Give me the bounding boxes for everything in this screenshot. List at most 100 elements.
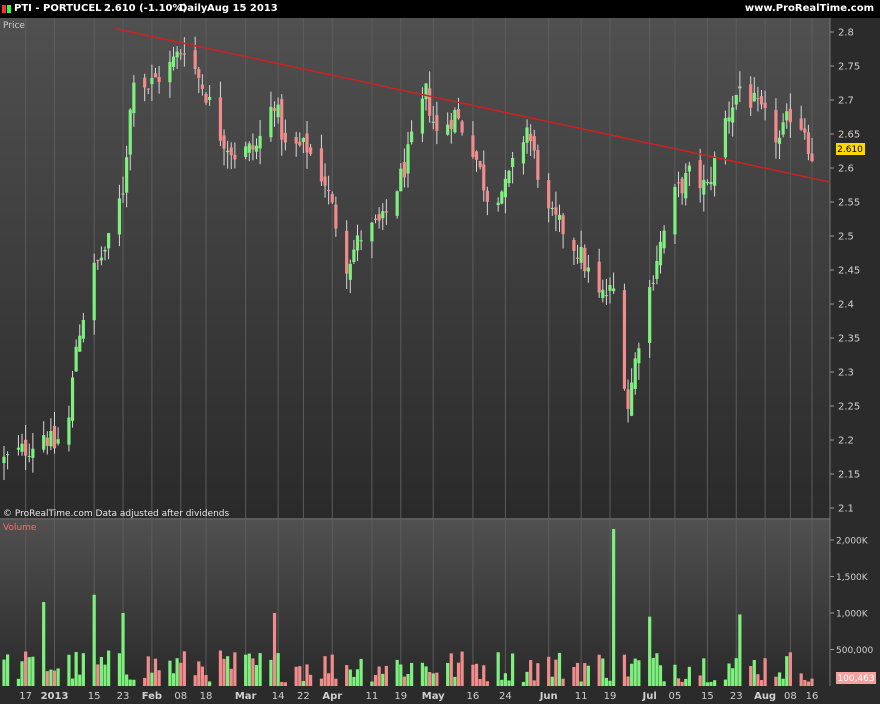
candle-body — [56, 439, 60, 444]
volume-bar — [49, 669, 53, 686]
volume-bar — [485, 681, 489, 686]
candle-body — [132, 82, 136, 114]
candle-body — [175, 51, 179, 58]
y-tick-label: 2.5 — [838, 232, 854, 243]
x-tick-label: 15 — [701, 691, 714, 702]
volume-bar — [749, 666, 753, 686]
candle-body — [16, 447, 21, 450]
candle-body — [280, 99, 284, 140]
volume-bar — [673, 664, 677, 686]
volume-bar — [345, 665, 349, 686]
candle-body — [323, 176, 327, 186]
candle-body — [305, 133, 309, 153]
candle-body — [218, 97, 223, 141]
candle-body — [377, 214, 381, 221]
candle-body — [561, 215, 565, 235]
candle-body — [507, 170, 511, 184]
candle-body — [511, 157, 515, 168]
price-axis-background — [830, 18, 880, 704]
volume-bar — [384, 665, 388, 686]
volume-bar — [78, 674, 82, 686]
candle-body — [330, 194, 334, 203]
x-tick-label: 23 — [117, 691, 130, 702]
candle-body — [579, 246, 583, 263]
volume-bar — [179, 662, 183, 686]
candle-body — [453, 109, 457, 133]
volume-bar — [197, 661, 201, 686]
volume-bar — [359, 658, 363, 686]
volume-bar — [251, 658, 255, 686]
y-tick-label: 2.25 — [838, 402, 860, 413]
volume-bar — [676, 678, 681, 686]
volume-bar — [355, 669, 360, 686]
chart-canvas[interactable]: 17 2013 15 23 Feb 08 18 Mar 14 22 Apr 11 19 May 16 24 Ju… — [0, 18, 880, 704]
candle-body — [626, 389, 630, 410]
volume-bar — [143, 677, 147, 686]
candle-body — [96, 260, 100, 262]
volume-bar — [655, 653, 659, 686]
volume-bar — [698, 675, 702, 686]
candle-body — [648, 287, 652, 343]
candle-body — [121, 193, 125, 195]
candle-body — [146, 88, 150, 90]
volume-bar — [373, 675, 378, 686]
period-label[interactable]: Daily — [179, 0, 207, 18]
x-tick-label: Feb — [142, 691, 162, 702]
volume-bar — [157, 670, 161, 686]
volume-bar — [283, 682, 287, 686]
volume-bar — [799, 673, 803, 686]
x-tick-label: 24 — [499, 691, 512, 702]
brand-link[interactable]: www.ProRealTime.com — [745, 0, 874, 18]
volume-bar — [107, 650, 111, 686]
y-tick-label: 2.3 — [838, 368, 854, 379]
volume-bar — [153, 658, 158, 686]
volume-bar — [2, 659, 6, 686]
candle-body — [27, 456, 31, 458]
candle-body — [81, 319, 85, 339]
volume-bar — [478, 678, 482, 686]
candle-body — [525, 127, 529, 143]
volume-bar — [637, 660, 641, 686]
x-tick-label: 15 — [88, 691, 101, 702]
candle-body — [687, 165, 691, 172]
volume-bar — [96, 664, 100, 686]
candle-body — [420, 98, 425, 134]
candle-body — [229, 147, 233, 156]
candle-body — [633, 358, 637, 389]
volume-tick-label: 1,500K — [836, 573, 869, 583]
volume-bar — [633, 658, 637, 686]
volume-bar — [229, 668, 233, 686]
volume-bar — [20, 661, 24, 686]
volume-tick-label: 1,000K — [836, 610, 869, 620]
candle-body — [583, 247, 587, 272]
candle-body — [673, 186, 677, 235]
volume-bar — [117, 653, 122, 686]
volume-bar — [128, 679, 132, 686]
volume-bar — [630, 663, 634, 686]
volume-bar — [258, 653, 262, 686]
candle-body — [680, 178, 684, 194]
volume-bar — [150, 672, 154, 686]
volume-bar — [399, 664, 403, 686]
volume-bar — [6, 654, 10, 686]
volume-bar — [424, 666, 428, 686]
instrument-symbol[interactable]: PTI - PORTUCEL — [14, 0, 102, 18]
candle-body — [734, 94, 738, 105]
candle-body — [651, 282, 655, 284]
volume-bar — [254, 665, 259, 686]
volume-bar — [70, 678, 75, 686]
volume-bar — [146, 656, 150, 686]
candle-body — [222, 135, 226, 149]
y-tick-label: 2.4 — [838, 300, 854, 311]
volume-bar — [781, 678, 785, 686]
volume-bar — [175, 658, 179, 686]
volume-bar — [330, 654, 334, 686]
candle-body — [269, 106, 273, 138]
volume-bar — [435, 672, 439, 686]
volume-bar — [233, 652, 237, 686]
candle-body — [182, 53, 186, 55]
volume-bar — [319, 678, 324, 686]
volume-bar — [622, 654, 627, 686]
candle-body — [208, 96, 212, 100]
x-tick-label: 11 — [366, 691, 379, 702]
